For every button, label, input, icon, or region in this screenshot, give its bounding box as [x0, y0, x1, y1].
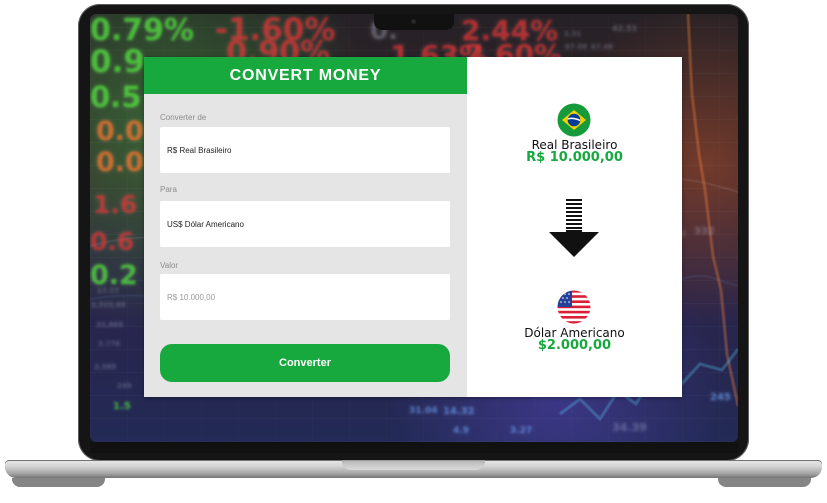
target-currency-summary: Dólar Americano $2.000,00 [467, 327, 682, 353]
app-title: CONVERT MONEY [229, 66, 382, 84]
usa-flag-icon [557, 290, 591, 324]
source-currency-summary: Real Brasileiro R$ 10.000,00 [467, 139, 682, 165]
target-currency-amount: $2.000,00 [537, 338, 612, 353]
amount-label: Valor [160, 261, 179, 270]
from-currency-select[interactable]: R$ Real Brasileiro [160, 127, 450, 173]
to-currency-select[interactable]: US$ Dólar Americano [160, 201, 450, 247]
convert-button[interactable]: Converter [160, 344, 450, 382]
conversion-form-panel: CONVERT MONEY Converter de R$ Real Brasi… [144, 57, 467, 397]
down-arrow-icon [549, 199, 599, 257]
camera-dot [411, 19, 416, 24]
app-header: CONVERT MONEY [144, 57, 467, 94]
amount-input[interactable]: R$ 10.000,00 [160, 274, 450, 320]
laptop-bottom-bezel [90, 442, 738, 453]
laptop-base-notch [342, 460, 485, 470]
brazil-flag-icon [557, 103, 591, 137]
camera-notch [374, 14, 454, 30]
laptop-mockup-stage: 0.79% -1.60% 0.9 0.90% 0.5 0.0 0.0 1.6 0… [0, 0, 827, 503]
background-chart-line [686, 14, 738, 407]
to-currency-label: Para [160, 185, 177, 194]
laptop-right-foot [718, 478, 811, 487]
source-currency-amount: R$ 10.000,00 [526, 150, 623, 165]
currency-converter-app: CONVERT MONEY Converter de R$ Real Brasi… [144, 57, 682, 397]
conversion-result-panel: Real Brasileiro R$ 10.000,00 Dólar Ameri… [467, 57, 682, 397]
laptop-left-foot [12, 478, 105, 487]
from-currency-label: Converter de [160, 113, 207, 122]
